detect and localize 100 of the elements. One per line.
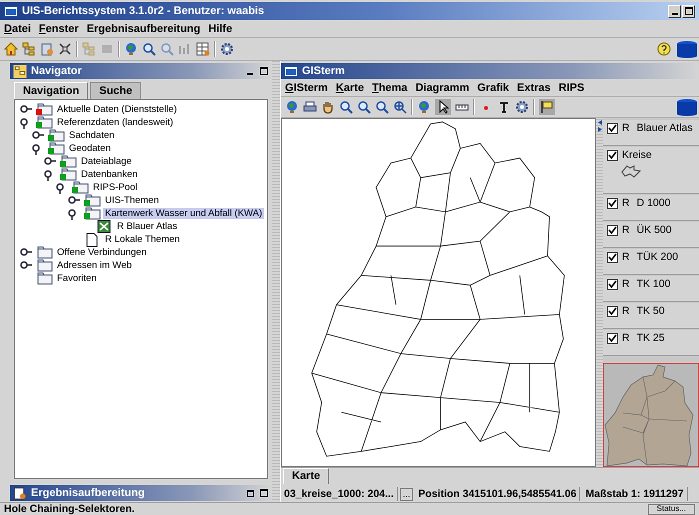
layer-source: R bbox=[622, 224, 630, 236]
logo-icon bbox=[675, 40, 699, 58]
scale-status: Maßstab 1: 1911297 bbox=[582, 487, 688, 501]
menu-item[interactable]: Karte bbox=[336, 82, 364, 94]
overview-map-drawing[interactable] bbox=[603, 363, 699, 467]
tree-item[interactable]: Datenbanken bbox=[79, 169, 140, 180]
expander-icon[interactable] bbox=[43, 156, 57, 168]
layer-name: TK 100 bbox=[636, 278, 670, 290]
menu-item[interactable]: Fenster bbox=[38, 22, 79, 34]
layer-name: D 1000 bbox=[636, 197, 670, 209]
more-button[interactable]: ... bbox=[400, 488, 414, 500]
status-message: Hole Chaining-Selektoren. bbox=[4, 503, 135, 515]
layer-name: Blauer Atlas bbox=[636, 122, 693, 134]
magnifier-icon[interactable] bbox=[357, 100, 371, 114]
checkbox[interactable] bbox=[607, 224, 618, 236]
maximize-button[interactable] bbox=[259, 488, 269, 498]
checkbox[interactable] bbox=[607, 122, 618, 134]
layer-row[interactable]: R ÜK 500 bbox=[603, 222, 699, 248]
tab[interactable]: Suche bbox=[90, 82, 142, 99]
layer-row[interactable]: R TK 25 bbox=[603, 330, 699, 356]
layer-source: R bbox=[622, 332, 630, 344]
layer-row[interactable]: R D 1000 bbox=[603, 195, 699, 221]
expander-icon[interactable] bbox=[67, 194, 81, 206]
help-icon[interactable] bbox=[657, 42, 671, 56]
flag-icon[interactable] bbox=[539, 99, 555, 115]
gear-icon[interactable] bbox=[220, 42, 234, 56]
tree-item[interactable]: Favoriten bbox=[55, 273, 99, 284]
maximize-button[interactable] bbox=[259, 66, 269, 76]
layer-name: TK 50 bbox=[636, 305, 665, 317]
menu-item[interactable]: Extras bbox=[517, 82, 551, 94]
restore-button[interactable] bbox=[245, 488, 255, 498]
checkbox[interactable] bbox=[607, 278, 618, 290]
gear-icon[interactable] bbox=[515, 100, 529, 114]
tree-item[interactable]: RIPS-Pool bbox=[91, 182, 140, 193]
folder-icon bbox=[35, 246, 53, 259]
expand-icon[interactable] bbox=[58, 42, 72, 56]
tab[interactable]: Navigation bbox=[14, 82, 88, 99]
tree-item[interactable]: Offene Verbindungen bbox=[55, 247, 149, 258]
layer-name: Kreise bbox=[622, 149, 652, 161]
tree-icon[interactable] bbox=[22, 42, 36, 56]
panel-title: Navigator bbox=[31, 65, 82, 77]
layer-source: R bbox=[622, 197, 630, 209]
printer-icon[interactable] bbox=[303, 100, 317, 114]
menu-item[interactable]: Thema bbox=[372, 82, 408, 94]
menu-item[interactable]: GISterm bbox=[285, 82, 328, 94]
tree-item[interactable]: Aktuelle Daten (Dienststelle) bbox=[55, 104, 179, 115]
tree-item[interactable]: Kartenwerk Wasser und Abfall (KWA) bbox=[103, 208, 264, 219]
tab[interactable]: Karte bbox=[283, 468, 330, 484]
layer-row[interactable]: Kreise bbox=[603, 147, 699, 194]
table-icon[interactable] bbox=[196, 42, 210, 56]
minimize-button[interactable] bbox=[668, 4, 681, 18]
tree-item[interactable]: Dateiablage bbox=[79, 156, 134, 167]
tree-item[interactable]: Sachdaten bbox=[67, 130, 116, 141]
menu-item[interactable]: Grafik bbox=[477, 82, 510, 94]
checkbox[interactable] bbox=[607, 198, 618, 208]
app-icon bbox=[284, 66, 298, 76]
magnifier-icon[interactable] bbox=[375, 100, 389, 114]
text-tool-icon[interactable] bbox=[497, 100, 511, 114]
status-button[interactable]: Status... bbox=[648, 504, 695, 514]
polygon-legend-icon bbox=[621, 164, 641, 178]
menu-item[interactable]: Datei bbox=[4, 22, 31, 34]
home-icon[interactable] bbox=[4, 42, 18, 56]
pointer-icon[interactable] bbox=[435, 99, 451, 115]
menu-item[interactable]: Ergebnisaufbereitung bbox=[86, 22, 200, 34]
menu-item[interactable]: Hilfe bbox=[208, 22, 232, 34]
folder-icon bbox=[35, 272, 53, 285]
checkbox[interactable] bbox=[607, 252, 618, 262]
globe-icon[interactable] bbox=[285, 100, 299, 114]
expander-icon[interactable] bbox=[31, 130, 45, 142]
tree-item[interactable]: R Blauer Atlas bbox=[115, 221, 180, 232]
menu-item[interactable]: Diagramm bbox=[415, 82, 470, 94]
checkbox[interactable] bbox=[607, 332, 618, 344]
tree-item[interactable]: Geodaten bbox=[67, 143, 113, 154]
layer-source: R bbox=[622, 122, 630, 134]
window-title: UIS-Berichtssystem 3.1.0r2 - Benutzer: waabis bbox=[22, 5, 264, 17]
checkbox[interactable] bbox=[607, 150, 618, 160]
tree-item[interactable]: Referenzdaten (landesweit) bbox=[55, 117, 176, 128]
globe-icon[interactable] bbox=[124, 42, 138, 56]
layer-row[interactable]: R Blauer Atlas bbox=[603, 120, 699, 146]
globe-icon[interactable] bbox=[417, 100, 431, 114]
layer-source: R bbox=[622, 305, 630, 317]
layer-row[interactable]: R TK 100 bbox=[603, 276, 699, 302]
menu-item[interactable]: RIPS bbox=[558, 82, 584, 94]
expander-icon[interactable] bbox=[19, 104, 33, 116]
hand-icon[interactable] bbox=[321, 100, 335, 114]
magnifier-icon[interactable] bbox=[142, 42, 156, 56]
layer-row[interactable]: R TK 50 bbox=[603, 303, 699, 329]
magnifier-icon[interactable] bbox=[339, 100, 353, 114]
map-icon bbox=[95, 220, 113, 233]
expander-icon[interactable] bbox=[19, 246, 33, 258]
checkbox[interactable] bbox=[607, 306, 618, 316]
tree-item[interactable]: Adressen im Web bbox=[55, 260, 134, 271]
layer-row[interactable]: R TÜK 200 bbox=[603, 249, 699, 275]
layer-source: R bbox=[622, 278, 630, 290]
crosshair-icon[interactable] bbox=[393, 100, 407, 114]
layer-name: ÜK 500 bbox=[636, 224, 672, 236]
expander-icon[interactable] bbox=[19, 260, 33, 272]
tree-item[interactable]: UIS-Themen bbox=[103, 195, 161, 206]
layer-status: 03_kreise_1000: 204... bbox=[281, 487, 398, 501]
tree-item[interactable]: R Lokale Themen bbox=[103, 234, 182, 245]
